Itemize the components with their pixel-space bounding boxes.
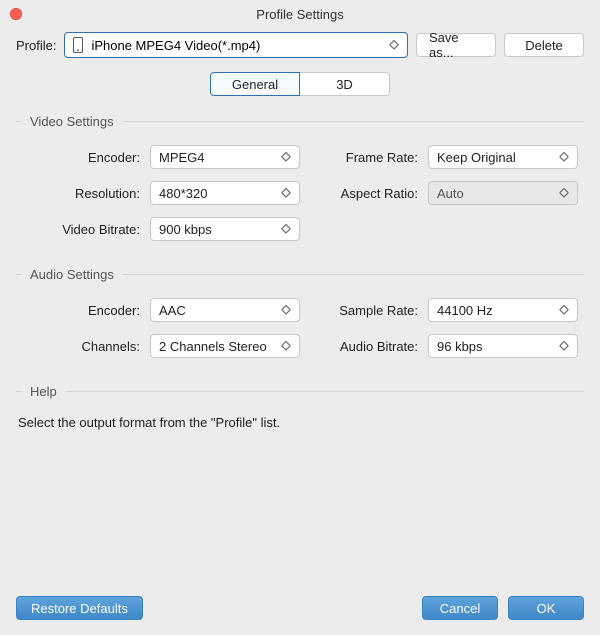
video-encoder-label: Encoder:	[16, 150, 150, 165]
chevron-down-icon	[389, 38, 399, 53]
tab-3d-label: 3D	[336, 77, 353, 92]
channels-label: Channels:	[16, 339, 150, 354]
chevron-down-icon	[281, 186, 291, 201]
restore-defaults-label: Restore Defaults	[31, 601, 128, 616]
delete-button[interactable]: Delete	[504, 33, 584, 57]
restore-defaults-button[interactable]: Restore Defaults	[16, 596, 143, 620]
profile-selected-value: iPhone MPEG4 Video(*.mp4)	[91, 38, 260, 53]
frame-rate-value: Keep Original	[437, 150, 516, 165]
channels-select[interactable]: 2 Channels Stereo	[150, 334, 300, 358]
video-encoder-value: MPEG4	[159, 150, 205, 165]
phone-icon	[73, 37, 83, 53]
tab-bar: General 3D	[16, 72, 584, 96]
sample-rate-select[interactable]: 44100 Hz	[428, 298, 578, 322]
chevron-down-icon	[281, 303, 291, 318]
ok-button[interactable]: OK	[508, 596, 584, 620]
channels-value: 2 Channels Stereo	[159, 339, 267, 354]
footer: Restore Defaults Cancel OK	[0, 591, 600, 635]
tab-general[interactable]: General	[210, 72, 300, 96]
chevron-down-icon	[281, 339, 291, 354]
save-as-label: Save as...	[429, 30, 483, 60]
video-settings-title: Video Settings	[30, 114, 114, 129]
help-group: Help Select the output format from the "…	[16, 384, 584, 430]
chevron-down-icon	[559, 186, 569, 201]
profile-row: Profile: iPhone MPEG4 Video(*.mp4) Save …	[16, 32, 584, 58]
sample-rate-value: 44100 Hz	[437, 303, 493, 318]
audio-settings-group: Audio Settings Encoder: AAC Sample Rate:…	[16, 267, 584, 358]
audio-encoder-label: Encoder:	[16, 303, 150, 318]
aspect-ratio-label: Aspect Ratio:	[300, 186, 428, 201]
resolution-value: 480*320	[159, 186, 207, 201]
audio-bitrate-select[interactable]: 96 kbps	[428, 334, 578, 358]
tab-3d[interactable]: 3D	[300, 72, 390, 96]
audio-bitrate-label: Audio Bitrate:	[300, 339, 428, 354]
resolution-label: Resolution:	[16, 186, 150, 201]
frame-rate-select[interactable]: Keep Original	[428, 145, 578, 169]
titlebar: Profile Settings	[0, 0, 600, 28]
aspect-ratio-select[interactable]: Auto	[428, 181, 578, 205]
chevron-down-icon	[281, 150, 291, 165]
sample-rate-label: Sample Rate:	[300, 303, 428, 318]
chevron-down-icon	[559, 339, 569, 354]
video-encoder-select[interactable]: MPEG4	[150, 145, 300, 169]
video-bitrate-select[interactable]: 900 kbps	[150, 217, 300, 241]
chevron-down-icon	[559, 303, 569, 318]
resolution-select[interactable]: 480*320	[150, 181, 300, 205]
video-settings-group: Video Settings Encoder: MPEG4 Frame Rate…	[16, 114, 584, 241]
audio-encoder-select[interactable]: AAC	[150, 298, 300, 322]
audio-bitrate-value: 96 kbps	[437, 339, 483, 354]
video-bitrate-label: Video Bitrate:	[16, 222, 150, 237]
window-title: Profile Settings	[256, 7, 343, 22]
help-title: Help	[30, 384, 57, 399]
delete-label: Delete	[525, 38, 563, 53]
profile-select[interactable]: iPhone MPEG4 Video(*.mp4)	[64, 32, 408, 58]
aspect-ratio-value: Auto	[437, 186, 464, 201]
cancel-button[interactable]: Cancel	[422, 596, 498, 620]
video-bitrate-value: 900 kbps	[159, 222, 212, 237]
audio-settings-title: Audio Settings	[30, 267, 114, 282]
chevron-down-icon	[559, 150, 569, 165]
frame-rate-label: Frame Rate:	[300, 150, 428, 165]
help-text: Select the output format from the "Profi…	[16, 415, 584, 430]
chevron-down-icon	[281, 222, 291, 237]
close-icon[interactable]	[10, 8, 22, 20]
ok-label: OK	[537, 601, 556, 616]
save-as-button[interactable]: Save as...	[416, 33, 496, 57]
tab-general-label: General	[232, 77, 278, 92]
audio-encoder-value: AAC	[159, 303, 186, 318]
profile-label: Profile:	[16, 38, 56, 53]
cancel-label: Cancel	[440, 601, 480, 616]
